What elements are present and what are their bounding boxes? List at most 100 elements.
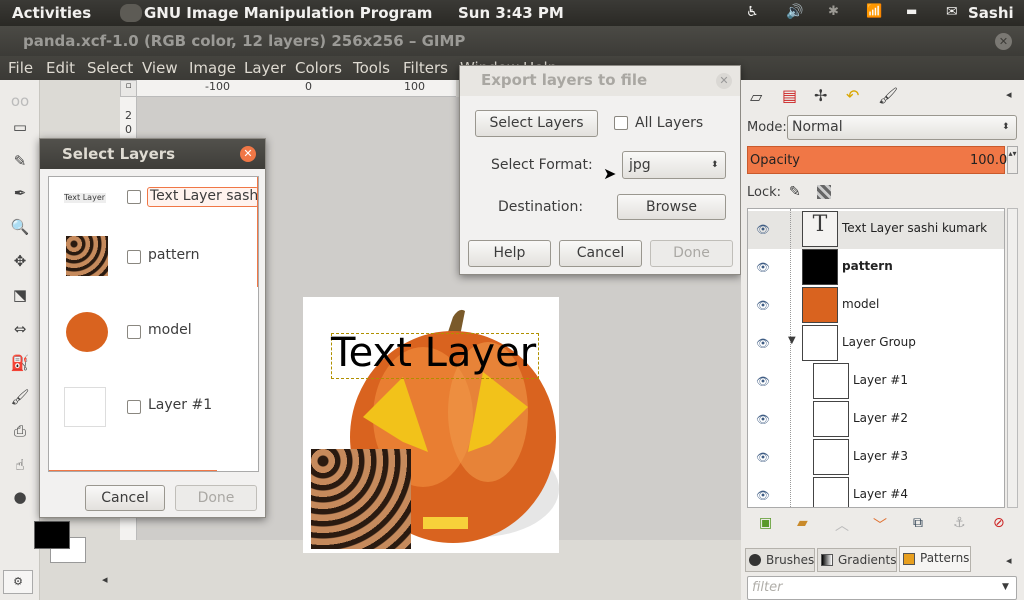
select-layers-titlebar[interactable]: Select Layers ✕ <box>40 139 265 169</box>
select-layers-button[interactable]: Select Layers <box>475 110 598 137</box>
quick-mask-icon[interactable]: ▫ <box>120 80 137 97</box>
activities-button[interactable]: Activities <box>12 4 91 22</box>
horizontal-scrollbar[interactable] <box>49 470 217 471</box>
chevron-down-icon[interactable]: ▼ <box>1002 582 1009 592</box>
mode-select[interactable]: Normal ⬍ <box>787 115 1017 140</box>
smudge-icon[interactable]: ☝ <box>9 456 31 476</box>
paths-tab-icon[interactable]: ✢ <box>814 86 827 105</box>
raise-layer-icon[interactable]: ︿ <box>835 515 849 535</box>
flip-icon[interactable]: ⇔ <box>9 320 31 340</box>
dodge-icon[interactable]: ● <box>9 488 31 508</box>
cancel-button[interactable]: Cancel <box>559 240 642 267</box>
channels-tab-icon[interactable]: ▤ <box>782 86 797 105</box>
menu-select[interactable]: Select <box>87 59 133 77</box>
paintbrush-icon[interactable]: 🖌 <box>9 388 31 408</box>
opacity-spinner-icon[interactable]: ▴▾ <box>1007 146 1018 174</box>
dock-menu-icon[interactable]: ◂ <box>1006 88 1012 101</box>
lower-layer-icon[interactable]: ﹀ <box>873 515 887 535</box>
bluetooth-icon[interactable]: ✱ <box>828 4 839 19</box>
close-dialog-icon[interactable]: ✕ <box>240 146 256 162</box>
app-menu[interactable]: GNU Image Manipulation Program <box>144 4 432 22</box>
menu-tools[interactable]: Tools <box>353 59 390 77</box>
visibility-icon[interactable]: 👁 <box>756 489 770 502</box>
network-icon[interactable]: 📶 <box>866 4 882 19</box>
top-panel: Activities GNU Image Manipulation Progra… <box>0 0 1024 26</box>
user-menu[interactable]: Sashi <box>968 4 1014 22</box>
visibility-icon[interactable]: 👁 <box>756 261 770 274</box>
visibility-icon[interactable]: 👁 <box>756 337 770 350</box>
help-button[interactable]: Help <box>468 240 551 267</box>
window-titlebar[interactable]: panda.xcf-1.0 (RGB color, 12 layers) 256… <box>0 26 1024 56</box>
layer-thumb <box>813 401 849 437</box>
anchor-layer-icon[interactable]: ⚓ <box>953 515 966 531</box>
export-dialog-titlebar[interactable]: Export layers to file ✕ <box>460 66 740 96</box>
delete-layer-icon[interactable]: ⊘ <box>993 515 1005 531</box>
layer-list[interactable]: Text Layer Text Layer sashi pattern mode… <box>48 176 259 472</box>
cancel-button[interactable]: Cancel <box>85 485 165 511</box>
menu-view[interactable]: View <box>142 59 178 77</box>
foreground-color-swatch[interactable] <box>34 521 70 549</box>
bucket-icon[interactable]: ⛽ <box>9 354 31 374</box>
paths-icon[interactable]: ✒ <box>9 184 31 204</box>
lock-alpha-icon[interactable] <box>817 185 831 199</box>
close-dialog-icon[interactable]: ✕ <box>716 73 732 89</box>
opacity-slider[interactable]: Opacity 100.0 <box>747 146 1007 174</box>
toolbox-configure-icon[interactable]: ◂ <box>102 573 108 586</box>
transform-icon[interactable]: ⬔ <box>9 286 31 306</box>
filter-placeholder: filter <box>752 580 783 595</box>
clone-icon[interactable]: ⎙ <box>9 422 31 442</box>
battery-icon[interactable]: ▬ <box>906 4 917 18</box>
accessibility-icon[interactable]: ♿ <box>746 4 759 20</box>
layers-buttons: ▣ ▰ ︿ ﹀ ⧉ ⚓ ⊘ <box>747 512 1017 538</box>
menu-layer[interactable]: Layer <box>244 59 286 77</box>
lock-pixels-icon[interactable]: ✎ <box>789 184 801 200</box>
format-select[interactable]: jpg ⬍ <box>622 151 726 179</box>
visibility-icon[interactable]: 👁 <box>756 375 770 388</box>
new-group-icon[interactable]: ▰ <box>797 515 808 531</box>
visibility-icon[interactable]: 👁 <box>756 413 770 426</box>
checkbox[interactable] <box>127 190 141 204</box>
checkbox[interactable] <box>127 400 141 414</box>
visibility-icon[interactable]: 👁 <box>756 299 770 312</box>
tab-brushes[interactable]: Brushes <box>745 548 815 572</box>
checkbox[interactable] <box>127 325 141 339</box>
menu-image[interactable]: Image <box>189 59 236 77</box>
visibility-icon[interactable]: 👁 <box>756 451 770 464</box>
done-button[interactable]: Done <box>650 240 733 267</box>
close-window-icon[interactable]: ✕ <box>995 33 1012 50</box>
all-layers-checkbox[interactable] <box>614 116 628 130</box>
dock-menu-icon[interactable]: ◂ <box>1006 554 1012 567</box>
image-canvas[interactable]: Text Layer <box>303 297 559 553</box>
visibility-icon[interactable]: 👁 <box>756 223 770 236</box>
undo-tab-icon[interactable]: ↶ <box>846 86 859 105</box>
brush-tab-icon[interactable]: 🖌 <box>878 86 898 105</box>
clock[interactable]: Sun 3:43 PM <box>458 4 564 22</box>
new-layer-icon[interactable]: ▣ <box>759 515 772 531</box>
tool-options-icon[interactable]: ⚙ <box>3 570 33 594</box>
menu-colors[interactable]: Colors <box>295 59 342 77</box>
tab-patterns[interactable]: Patterns <box>899 546 971 572</box>
checkbox[interactable] <box>127 250 141 264</box>
duplicate-layer-icon[interactable]: ⧉ <box>913 515 923 531</box>
layers-list[interactable]: 👁 T Text Layer sashi kumark 👁 pattern 👁 … <box>747 208 1005 508</box>
layers-scrollbar[interactable] <box>1007 208 1018 508</box>
vertical-scrollbar[interactable] <box>257 177 258 287</box>
window-title: panda.xcf-1.0 (RGB color, 12 layers) 256… <box>23 32 466 50</box>
fuzzy-select-icon[interactable]: ✎ <box>9 152 31 172</box>
menu-filters[interactable]: Filters <box>403 59 448 77</box>
menu-file[interactable]: File <box>8 59 33 77</box>
filter-input[interactable]: filter ▼ <box>747 576 1017 600</box>
done-button[interactable]: Done <box>175 485 257 511</box>
move-icon[interactable]: ✥ <box>9 252 31 272</box>
format-label: Select Format: <box>491 157 593 173</box>
browse-button[interactable]: Browse <box>617 194 726 220</box>
layers-tab-icon[interactable]: ▱ <box>750 87 762 106</box>
menu-edit[interactable]: Edit <box>46 59 75 77</box>
zoom-icon[interactable]: 🔍 <box>9 218 31 238</box>
volume-icon[interactable]: 🔊 <box>786 4 803 20</box>
export-layers-dialog: Export layers to file ✕ Select Layers Al… <box>459 65 741 275</box>
rect-select-icon[interactable]: ▭ <box>9 118 31 138</box>
user-menu-icon[interactable]: ✉ <box>946 4 958 20</box>
tab-gradients[interactable]: Gradients <box>817 548 897 572</box>
expander-icon[interactable]: ▼ <box>788 335 796 346</box>
